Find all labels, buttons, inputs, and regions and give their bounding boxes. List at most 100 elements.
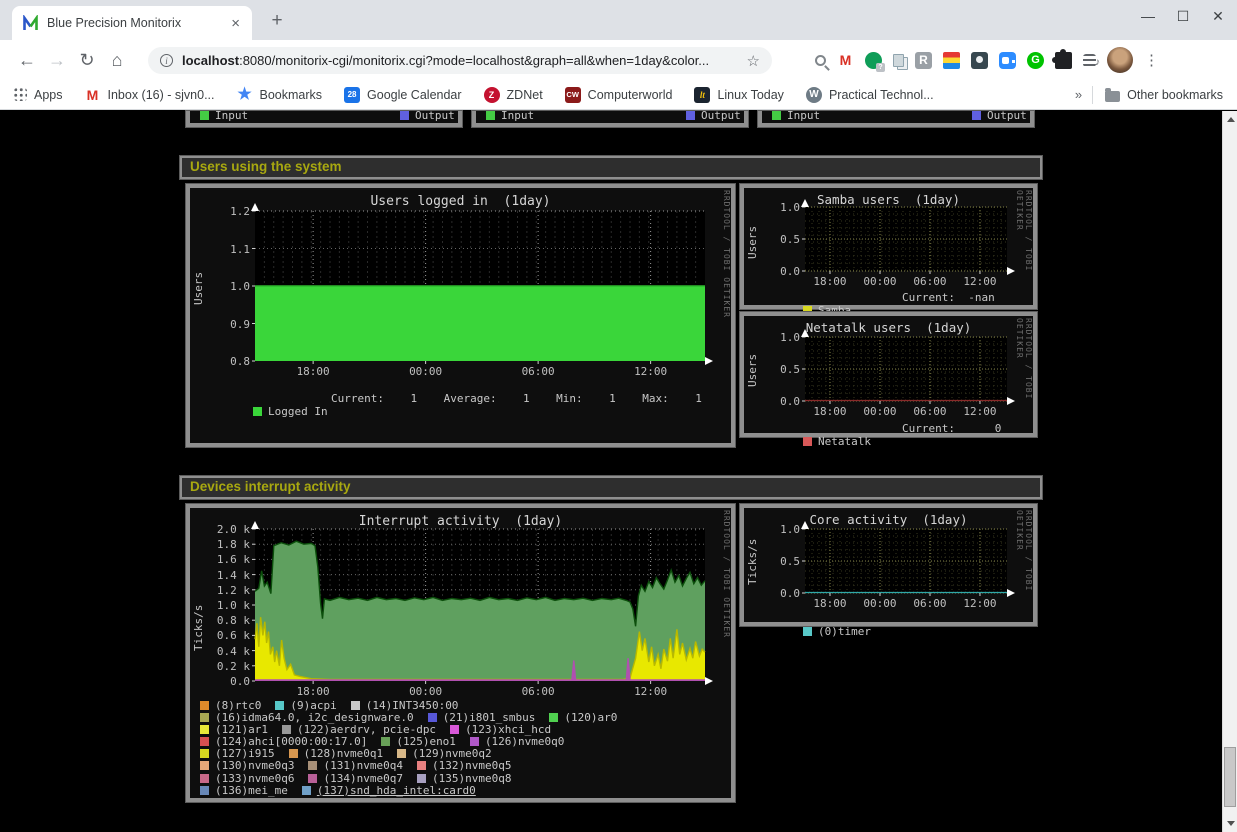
- graph-title: Interrupt activity (1day): [190, 514, 731, 529]
- bookmark-zdnet[interactable]: Z ZDNet: [484, 87, 543, 103]
- x-axis-tick-label: 00:00: [858, 405, 902, 418]
- section-header-users: Users using the system: [180, 156, 1042, 179]
- close-button[interactable]: ✕: [1209, 8, 1227, 25]
- playlist-extension-icon[interactable]: [1083, 54, 1096, 67]
- users-logged-in-graph-panel[interactable]: Users logged in (1day) Users 1.21.11.00.…: [186, 184, 735, 447]
- y-axis-tick-label: 1.0 k: [204, 599, 250, 612]
- tab-close-icon[interactable]: ×: [227, 15, 244, 32]
- minimize-button[interactable]: —: [1139, 8, 1157, 25]
- reload-icon[interactable]: ↻: [72, 50, 102, 71]
- home-icon[interactable]: ⌂: [102, 50, 132, 71]
- x-axis-tick-label: 00:00: [858, 597, 902, 610]
- netatalk-users-graph-panel[interactable]: Netatalk users (1day) Users 1.00.50.018:…: [740, 312, 1037, 437]
- network-graph-panel-cutoff[interactable]: Input Output: [186, 111, 462, 127]
- profile-avatar[interactable]: [1107, 47, 1133, 73]
- bookmark-bookmarks[interactable]: ★ Bookmarks: [237, 87, 323, 103]
- legend-item: (122)aerdrv, pcie-dpc: [282, 723, 436, 736]
- legend-label: (121)ar1: [215, 723, 268, 736]
- reader-extension-icon[interactable]: R: [915, 52, 932, 69]
- dark-app-extension-icon[interactable]: [971, 52, 988, 69]
- zoom-extension-icon[interactable]: [999, 52, 1016, 69]
- legend-label: (135)nvme0q8: [432, 772, 511, 785]
- output-legend-swatch: [686, 111, 695, 120]
- y-axis-tick-label: 2.0 k: [204, 523, 250, 536]
- search-icon[interactable]: [815, 55, 826, 66]
- page-scrollbar[interactable]: [1222, 111, 1237, 832]
- network-graph-panel-cutoff[interactable]: Input Output: [758, 111, 1034, 127]
- rrdtool-watermark: RRDTOOL / TOBI OETIKER: [722, 510, 731, 638]
- bookmark-google-calendar[interactable]: 28 Google Calendar: [344, 87, 462, 103]
- bookmark-star-icon[interactable]: ☆: [747, 52, 760, 70]
- back-icon[interactable]: ←: [12, 50, 42, 71]
- interrupt-activity-graph-panel[interactable]: Interrupt activity (1day) Ticks/s 2.0 k1…: [186, 504, 735, 802]
- users-logged-in-plot[interactable]: 1.21.11.00.90.818:0000:0006:0012:00: [255, 211, 705, 361]
- y-axis-tick-label: 0.4 k: [204, 645, 250, 658]
- legend-label: (127)i915: [215, 747, 275, 760]
- x-axis-tick-label: 12:00: [958, 405, 1002, 418]
- core-activity-plot[interactable]: 1.00.50.018:0000:0006:0012:00: [805, 529, 1007, 593]
- x-axis-tick-label: 12:00: [958, 275, 1002, 288]
- legend-swatch: [417, 761, 426, 770]
- tab-strip: Blue Precision Monitorix × + — ☐ ✕: [0, 0, 1237, 40]
- legend-label: (137)snd_hda_intel:card0: [317, 784, 476, 797]
- browser-menu-icon[interactable]: ⋮: [1144, 51, 1158, 69]
- legend-label: (125)eno1: [396, 735, 456, 748]
- network-graph-panel-cutoff[interactable]: Input Output: [472, 111, 748, 127]
- y-axis-tick-label: 1.2: [204, 205, 250, 218]
- extensions-row: M R G ⋮: [815, 40, 1158, 80]
- y-axis-tick-label: 0.8 k: [204, 614, 250, 627]
- folder-icon: [1105, 91, 1120, 102]
- copy-pages-extension-icon[interactable]: [893, 54, 904, 67]
- y-axis-tick-label: 1.1: [204, 243, 250, 256]
- bookmarks-overflow-icon[interactable]: »: [1075, 87, 1082, 102]
- legend-stats: Current: -nan: [902, 291, 995, 304]
- samba-users-plot[interactable]: 1.00.50.018:0000:0006:0012:00: [805, 207, 1007, 271]
- bookmark-linux-today[interactable]: lt Linux Today: [694, 87, 784, 103]
- books-extension-icon[interactable]: [943, 52, 960, 69]
- hangouts-extension-icon[interactable]: [865, 52, 882, 69]
- legend-item: (133)nvme0q6: [200, 772, 294, 785]
- legend-item: (128)nvme0q1: [289, 747, 383, 760]
- bookmark-apps[interactable]: Apps: [14, 88, 63, 102]
- puzzle-extension-icon[interactable]: [1055, 52, 1072, 69]
- bookmark-computerworld[interactable]: CW Computerworld: [565, 87, 673, 103]
- interrupt-legend: (8)rtc0(9)acpi(14)INT3450:00(16)idma64.0…: [200, 700, 631, 797]
- legend-swatch: [200, 701, 209, 710]
- input-legend-swatch: [772, 111, 781, 120]
- url-bar[interactable]: i localhost:8080/monitorix-cgi/monitorix…: [148, 47, 772, 74]
- y-axis-tick-label: 1.6 k: [204, 553, 250, 566]
- scrollbar-thumb[interactable]: [1224, 747, 1236, 807]
- grammarly-extension-icon[interactable]: G: [1027, 52, 1044, 69]
- maximize-button[interactable]: ☐: [1174, 8, 1192, 25]
- rrdtool-watermark: RRDTOOL / TOBI OETIKER: [1015, 510, 1033, 622]
- bookmark-practical-technology[interactable]: W Practical Technol...: [806, 87, 934, 103]
- core-activity-graph-panel[interactable]: Core activity (1day) Ticks/s 1.00.50.018…: [740, 504, 1037, 626]
- scroll-up-icon[interactable]: [1223, 111, 1237, 127]
- forward-icon[interactable]: →: [42, 50, 72, 71]
- legend-label: (14)INT3450:00: [366, 699, 459, 712]
- legend-swatch: [450, 725, 459, 734]
- page-info-icon[interactable]: i: [160, 54, 173, 67]
- x-axis-tick-label: 06:00: [516, 365, 560, 378]
- computerworld-icon: CW: [565, 87, 581, 103]
- y-axis-tick-label: 1.8 k: [204, 538, 250, 551]
- legend-item: (129)nvme0q2: [397, 747, 491, 760]
- graph-legend: Logged In Current: 1 Average: 1 Min: 1 M…: [200, 392, 328, 444]
- legend-stats: Current: 0: [902, 422, 1001, 435]
- y-axis-tick-label: 1.0: [754, 523, 800, 536]
- gmail-extension-icon[interactable]: M: [837, 52, 854, 69]
- netatalk-users-plot[interactable]: 1.00.50.018:0000:0006:0012:00: [805, 337, 1007, 401]
- url-text[interactable]: localhost:8080/monitorix-cgi/monitorix.c…: [182, 53, 739, 68]
- browser-tab[interactable]: Blue Precision Monitorix ×: [12, 6, 252, 40]
- legend-label: (136)mei_me: [215, 784, 288, 797]
- calendar-icon: 28: [344, 87, 360, 103]
- interrupt-activity-plot[interactable]: 2.0 k1.8 k1.6 k1.4 k1.2 k1.0 k0.8 k0.6 k…: [255, 529, 705, 681]
- x-axis-tick-label: 18:00: [291, 365, 335, 378]
- scroll-down-icon[interactable]: [1223, 816, 1237, 832]
- new-tab-button[interactable]: +: [264, 8, 290, 34]
- other-bookmarks[interactable]: Other bookmarks: [1105, 88, 1223, 102]
- samba-users-graph-panel[interactable]: Samba users (1day) Users 1.00.50.018:000…: [740, 184, 1037, 309]
- y-axis-tick-label: 0.5: [754, 363, 800, 376]
- input-legend-label: Input: [215, 109, 248, 122]
- bookmark-inbox[interactable]: M Inbox (16) - sjvn0...: [85, 87, 215, 103]
